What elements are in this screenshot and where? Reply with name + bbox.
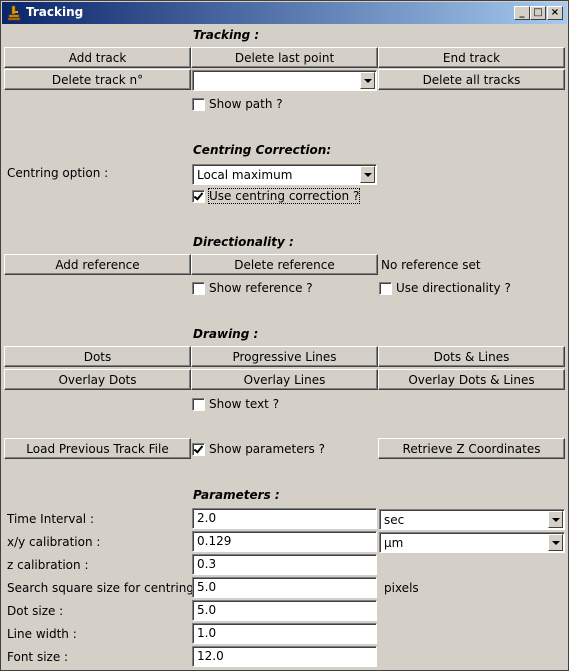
tracking-heading: Tracking : [193, 28, 260, 42]
time-unit-value: sec [384, 513, 405, 527]
time-unit-select[interactable]: sec [379, 509, 565, 530]
show-text-checkbox[interactable]: Show text ? [192, 397, 279, 411]
dots-button[interactable]: Dots [4, 346, 191, 367]
xy-calibration-input[interactable]: 0.129 [192, 531, 377, 552]
use-directionality-checkbox[interactable]: Use directionality ? [379, 281, 511, 295]
xy-unit-value: µm [384, 536, 404, 550]
directionality-heading: Directionality : [193, 235, 294, 249]
show-path-checkbox[interactable]: Show path ? [192, 97, 283, 111]
tracking-window: Tracking _ □ × Tracking : Add track Dele… [0, 0, 569, 671]
chevron-down-icon[interactable] [360, 166, 375, 183]
use-centring-correction-checkbox[interactable]: Use centring correction ? [192, 188, 361, 204]
show-parameters-label: Show parameters ? [209, 442, 325, 456]
add-track-button[interactable]: Add track [4, 47, 191, 68]
z-calibration-label: z calibration : [7, 558, 89, 572]
progressive-lines-button[interactable]: Progressive Lines [191, 346, 378, 367]
close-button[interactable]: × [547, 6, 563, 20]
search-square-size-input[interactable]: 5.0 [192, 577, 377, 598]
search-square-size-label: Search square size for centring: [7, 581, 198, 595]
checkbox-box[interactable] [192, 281, 205, 295]
xy-unit-select[interactable]: µm [379, 532, 565, 553]
delete-track-n-button[interactable]: Delete track n° [4, 69, 191, 90]
show-text-label: Show text ? [209, 397, 280, 411]
overlay-dots-button[interactable]: Overlay Dots [4, 369, 191, 390]
checkbox-box[interactable] [192, 97, 205, 111]
time-interval-label: Time Interval : [7, 512, 94, 526]
chevron-down-icon[interactable] [548, 511, 563, 528]
overlay-lines-button[interactable]: Overlay Lines [191, 369, 378, 390]
font-size-input[interactable]: 12.0 [192, 646, 377, 667]
time-interval-input[interactable]: 2.0 [192, 508, 377, 529]
line-width-input[interactable]: 1.0 [192, 623, 377, 644]
show-reference-label: Show reference ? [209, 281, 313, 295]
delete-reference-button[interactable]: Delete reference [191, 254, 378, 275]
window-title: Tracking [26, 5, 84, 19]
maximize-button[interactable]: □ [530, 6, 546, 20]
drawing-heading: Drawing : [193, 327, 259, 341]
chevron-down-icon[interactable] [360, 72, 375, 89]
parameters-heading: Parameters : [193, 488, 280, 502]
load-previous-track-file-button[interactable]: Load Previous Track File [4, 438, 191, 459]
end-track-button[interactable]: End track [378, 47, 565, 68]
line-width-label: Line width : [7, 627, 77, 641]
retrieve-z-coordinates-button[interactable]: Retrieve Z Coordinates [378, 438, 565, 459]
dot-size-label: Dot size : [7, 604, 64, 618]
centring-option-select[interactable]: Local maximum [192, 164, 377, 185]
minimize-button[interactable]: _ [514, 6, 530, 20]
centring-option-label: Centring option : [7, 166, 109, 180]
centring-option-value: Local maximum [197, 168, 293, 182]
microscope-icon [7, 5, 21, 21]
delete-last-point-button[interactable]: Delete last point [191, 47, 378, 68]
delete-all-tracks-button[interactable]: Delete all tracks [378, 69, 565, 90]
centring-heading: Centring Correction: [193, 143, 332, 157]
z-calibration-input[interactable]: 0.3 [192, 554, 377, 575]
track-number-select[interactable] [192, 70, 377, 91]
checkbox-box-checked[interactable] [192, 189, 205, 203]
checkbox-box[interactable] [379, 281, 392, 295]
checkbox-box[interactable] [192, 397, 205, 411]
use-centring-correction-label: Use centring correction ? [207, 188, 361, 204]
add-reference-button[interactable]: Add reference [4, 254, 191, 275]
checkbox-box-checked[interactable] [192, 442, 205, 456]
show-path-label: Show path ? [209, 97, 283, 111]
font-size-label: Font size : [7, 650, 69, 664]
overlay-dots-lines-button[interactable]: Overlay Dots & Lines [378, 369, 565, 390]
chevron-down-icon[interactable] [548, 534, 563, 551]
show-reference-checkbox[interactable]: Show reference ? [192, 281, 313, 295]
search-square-unit: pixels [384, 581, 419, 595]
title-bar[interactable]: Tracking _ □ × [2, 2, 567, 24]
dots-lines-button[interactable]: Dots & Lines [378, 346, 565, 367]
dot-size-input[interactable]: 5.0 [192, 600, 377, 621]
reference-status: No reference set [381, 258, 481, 272]
xy-calibration-label: x/y calibration : [7, 535, 101, 549]
show-parameters-checkbox[interactable]: Show parameters ? [192, 442, 325, 456]
use-directionality-label: Use directionality ? [396, 281, 511, 295]
